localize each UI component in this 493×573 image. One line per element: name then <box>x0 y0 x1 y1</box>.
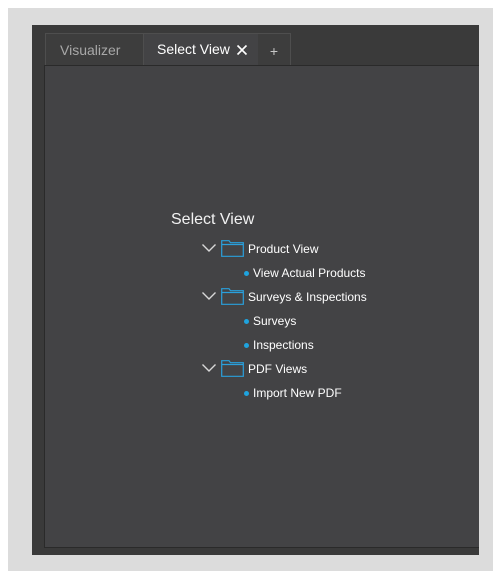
tree-group-label: Product View <box>248 242 319 256</box>
bullet-dot <box>244 391 249 396</box>
tree-item-label: Import New PDF <box>253 386 342 400</box>
tab-label: Visualizer <box>60 42 121 58</box>
tree-item-label: View Actual Products <box>253 266 366 280</box>
bullet-dot <box>244 319 249 324</box>
tab-bar: Visualizer Select View + <box>45 33 479 66</box>
bullet-dot <box>244 343 249 348</box>
chevron-down-icon[interactable] <box>201 362 217 374</box>
tree-item-label: Inspections <box>253 338 314 352</box>
folder-icon <box>221 240 244 257</box>
chevron-down-icon[interactable] <box>201 242 217 254</box>
close-icon[interactable] <box>236 44 248 56</box>
folder-icon <box>221 360 244 377</box>
plus-icon: + <box>269 43 279 59</box>
tree-group-label: PDF Views <box>248 362 308 376</box>
tab-visualizer[interactable]: Visualizer <box>45 33 144 66</box>
chevron-down-icon[interactable] <box>201 290 217 302</box>
panel-title: Select View <box>171 211 255 228</box>
bullet-dot <box>244 271 249 276</box>
folder-icon <box>221 288 244 305</box>
tab-select-view[interactable]: Select View <box>144 33 258 66</box>
tree-item-label: Surveys <box>253 314 297 328</box>
tree-group-label: Surveys & Inspections <box>248 290 367 304</box>
add-tab-button[interactable]: + <box>258 33 291 66</box>
tab-label: Select View <box>157 41 230 57</box>
